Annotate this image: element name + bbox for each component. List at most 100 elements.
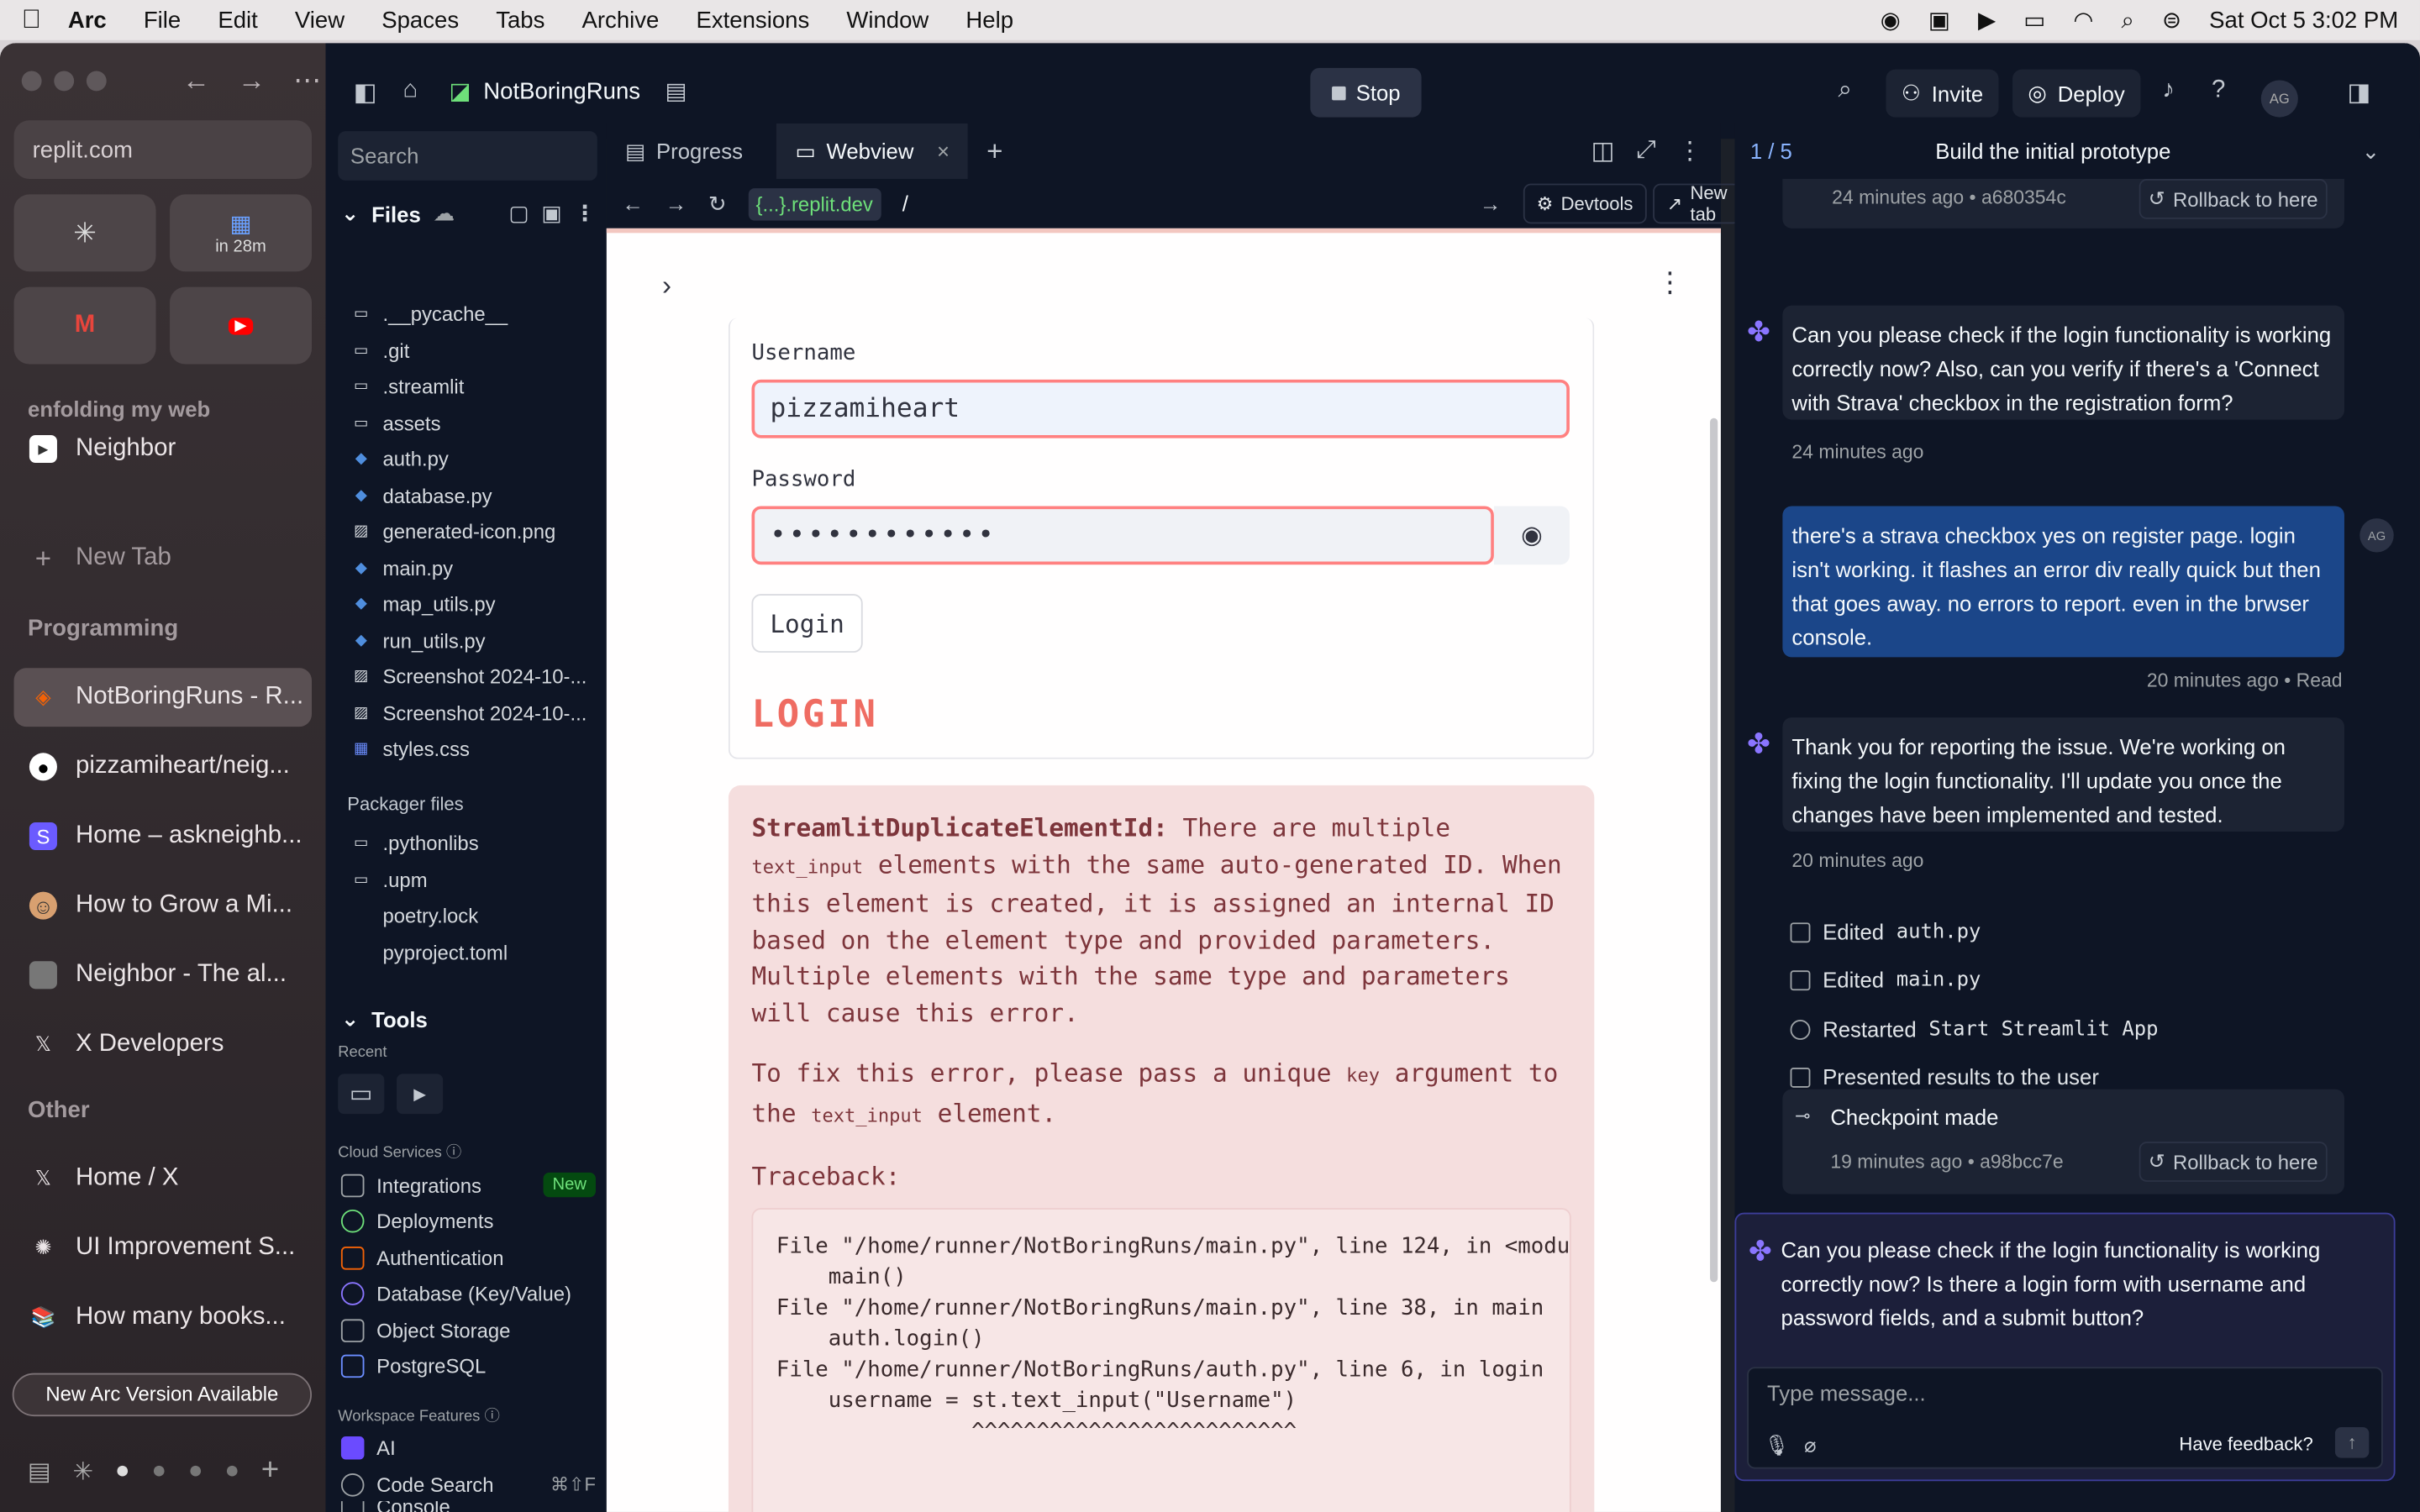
play-icon[interactable]: ▶ — [1978, 6, 1996, 34]
file-item[interactable]: pyproject.toml — [350, 935, 597, 969]
project-info-icon[interactable]: ▤ — [665, 77, 687, 105]
tool-authentication[interactable]: Authentication — [340, 1241, 596, 1274]
menu-edit[interactable]: Edit — [218, 7, 257, 33]
tool-deployments[interactable]: Deployments — [340, 1204, 596, 1237]
file-item[interactable]: ▭ .__pycache__ — [350, 297, 597, 330]
kebab-menu-icon[interactable]: ⋮ — [1656, 267, 1684, 300]
notion-icon[interactable]: ▣ — [1928, 6, 1950, 34]
stop-button[interactable]: Stop — [1310, 67, 1422, 118]
close-icon[interactable]: × — [937, 139, 950, 163]
sidebar-toggle-icon[interactable]: ◧ — [354, 77, 377, 108]
feedback-link[interactable]: Have feedback? — [2179, 1433, 2312, 1455]
deploy-button[interactable]: ◎ Deploy — [2012, 69, 2141, 118]
send-button[interactable]: ↑ — [2334, 1426, 2370, 1458]
arc-update-button[interactable]: New Arc Version Available — [12, 1373, 313, 1417]
message-input[interactable]: Type message... 🎙 ⌀ Have feedback? ↑ — [1747, 1367, 2383, 1469]
action-restarted[interactable]: Restarted Start Streamlit App — [1790, 1016, 2158, 1042]
invite-button[interactable]: ⚇ Invite — [1886, 69, 1999, 118]
file-item[interactable]: ▨ Screenshot 2024-10-... — [350, 659, 597, 692]
domain-chip[interactable]: {...}.replit.dev — [748, 187, 881, 220]
arc-tab-home-x[interactable]: 𝕏 Home / X — [14, 1149, 312, 1208]
search-input[interactable]: Search — [338, 131, 597, 181]
url-path-input[interactable]: / — [902, 192, 1458, 216]
tool-console[interactable]: Console — [340, 1501, 596, 1512]
tab-progress[interactable]: ▤ Progress — [607, 123, 761, 179]
file-item[interactable]: ▨ Screenshot 2024-10-... — [350, 696, 597, 729]
arc-tab-books[interactable]: 📚 How many books... — [14, 1289, 312, 1347]
console-tool-icon[interactable]: ▸ — [397, 1074, 444, 1115]
battery-icon[interactable]: ▭ — [2023, 6, 2045, 34]
file-item[interactable]: ◆ main.py — [350, 551, 597, 585]
tool-postgresql[interactable]: PostgreSQL — [340, 1348, 596, 1382]
tool-ai[interactable]: AI — [340, 1431, 596, 1464]
arc-tab-ui-improvement[interactable]: ✺ UI Improvement S... — [14, 1219, 312, 1278]
action-presented[interactable]: Presented results to the user — [1790, 1064, 2099, 1089]
menu-window[interactable]: Window — [846, 7, 929, 33]
close-window-icon[interactable] — [21, 71, 42, 92]
scrollbar[interactable] — [1710, 417, 1718, 1283]
file-item[interactable]: ▭ assets — [350, 406, 597, 439]
favorite-youtube[interactable]: ▶ — [170, 286, 313, 365]
space-dot-icon[interactable]: ● — [151, 1457, 166, 1485]
file-item[interactable]: poetry.lock — [350, 898, 597, 932]
file-item[interactable]: ▭ .pythonlibs — [350, 826, 597, 859]
back-icon[interactable]: ← — [622, 192, 644, 216]
space-dot-icon[interactable]: ● — [224, 1457, 239, 1485]
chevron-down-icon[interactable]: ⌄ — [2362, 138, 2381, 164]
arc-tab-neighbor-the[interactable]: Neighbor - The al... — [14, 946, 312, 1005]
kebab-icon[interactable]: ⋮ — [1677, 136, 1702, 167]
chevron-right-icon[interactable]: › — [662, 270, 671, 302]
arc-tab-github[interactable]: ● pizzamiheart/neig... — [14, 738, 312, 796]
forward-icon[interactable]: → — [238, 65, 266, 97]
arc-tab-x-developers[interactable]: 𝕏 X Developers — [14, 1016, 312, 1074]
arc-tab-notboringruns[interactable]: ◈ NotBoringRuns - R... — [13, 668, 313, 727]
tab-webview[interactable]: ▭ Webview × — [776, 123, 969, 180]
attach-icon[interactable]: ⌀ — [1804, 1433, 1816, 1457]
mask-icon[interactable]: ◉ — [1881, 6, 1901, 34]
menu-app-name[interactable]: Arc — [68, 7, 107, 33]
help-icon[interactable]: ? — [2212, 77, 2225, 105]
info-icon[interactable]: ⓘ — [484, 1409, 499, 1425]
webview-tool-icon[interactable]: ▭ — [338, 1074, 385, 1115]
folder-programming[interactable]: Programming — [28, 616, 178, 642]
bell-icon[interactable]: ♪ — [2162, 77, 2175, 105]
file-item[interactable]: ▨ generated-icon.png — [350, 514, 597, 548]
kebab-icon[interactable]: ⋮ — [574, 201, 596, 227]
rollback-button[interactable]: ↺ Rollback to here — [2139, 179, 2328, 219]
apple-icon[interactable]:  — [22, 5, 68, 36]
file-item[interactable]: ◆ database.py — [350, 478, 597, 512]
menu-archive[interactable]: Archive — [581, 7, 659, 33]
chat-header[interactable]: 1 / 5 Build the initial prototype ⌄ — [1734, 123, 2395, 179]
new-folder-icon[interactable]: ▣ — [541, 201, 561, 227]
arc-tab-askneighbor[interactable]: S Home – askneighb... — [14, 807, 312, 866]
action-edited-main[interactable]: Edited main.py — [1790, 968, 1981, 992]
add-space-icon[interactable]: + — [261, 1453, 279, 1488]
folder-other[interactable]: Other — [28, 1097, 89, 1123]
forward-icon[interactable]: → — [666, 192, 687, 216]
tool-database[interactable]: Database (Key/Value) — [340, 1276, 596, 1310]
tool-code-search[interactable]: Code Search ⌘⇧F — [340, 1467, 596, 1501]
menu-spaces[interactable]: Spaces — [381, 7, 459, 33]
arc-url-bar[interactable]: replit.com — [13, 120, 313, 180]
tool-object-storage[interactable]: Object Storage — [340, 1313, 596, 1347]
spotlight-icon[interactable]: ⌕ — [2121, 7, 2133, 33]
new-file-icon[interactable]: ▢ — [508, 201, 529, 227]
new-tab-button[interactable]: + New Tab — [14, 529, 312, 588]
file-item[interactable]: ◆ map_utils.py — [350, 586, 597, 620]
space-icon[interactable]: ✳ — [73, 1456, 94, 1487]
file-item[interactable]: ▭ .git — [350, 333, 597, 367]
back-icon[interactable]: ← — [182, 65, 210, 97]
info-icon[interactable]: ⓘ — [446, 1145, 461, 1162]
favorite-calendar[interactable]: ▦ in 28m — [170, 194, 313, 272]
expand-icon[interactable]: ⤢ — [1636, 137, 1656, 165]
file-item[interactable]: ◆ run_utils.py — [350, 623, 597, 657]
login-button[interactable]: Login — [751, 594, 863, 653]
new-tab-button[interactable]: ↗ New tab — [1653, 182, 1742, 225]
avatar[interactable]: AG — [2260, 80, 2298, 118]
menu-extensions[interactable]: Extensions — [696, 7, 809, 33]
more-icon[interactable]: ⋯ — [293, 65, 321, 97]
zoom-window-icon[interactable] — [86, 71, 107, 92]
rollback-button[interactable]: ↺ Rollback to here — [2139, 1142, 2328, 1182]
wifi-icon[interactable]: ◠ — [2073, 6, 2093, 34]
project-name[interactable]: ◪ NotBoringRuns ▤ — [449, 77, 687, 105]
